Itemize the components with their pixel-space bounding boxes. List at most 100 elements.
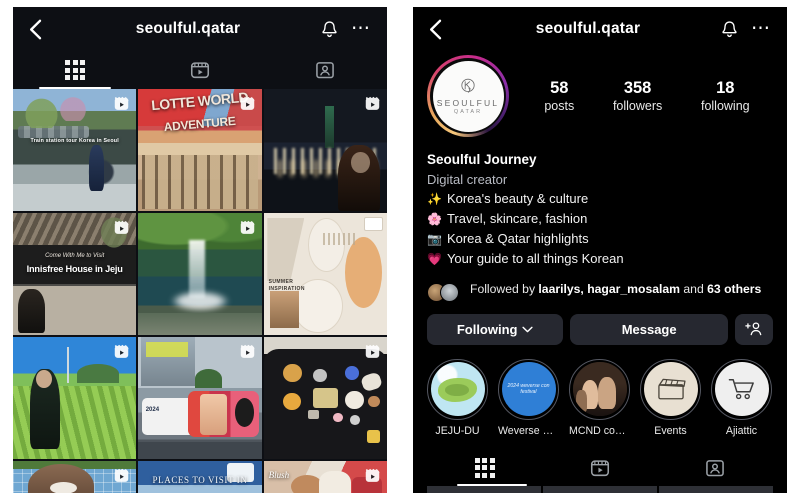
stat-value: 58	[550, 78, 569, 97]
followed-by-suffix: and	[680, 281, 708, 296]
following-button[interactable]: Following	[427, 313, 564, 345]
reel-badge-icon	[240, 96, 255, 110]
message-label: Message	[621, 321, 677, 337]
posts-grid: Train station tour Korea in Seoul LOTTE …	[13, 89, 387, 493]
highlight-ring: 2024 weverse con festival	[498, 358, 559, 420]
highlight-item[interactable]: Events	[640, 358, 701, 437]
highlight-item[interactable]: MCND conc...	[569, 358, 630, 437]
grid-post[interactable]	[659, 485, 773, 493]
reel-badge-icon	[240, 344, 255, 358]
stat-followers[interactable]: 358 followers	[613, 78, 662, 115]
profile-bio: Seoulful Journey Digital creator ✨ Korea…	[427, 150, 773, 270]
sparkles-icon: ✨	[427, 192, 442, 207]
posts-grid-preview	[427, 485, 773, 493]
grid-post[interactable]: Blush	[263, 461, 387, 493]
reel-badge-icon	[365, 468, 380, 482]
grid-post[interactable]	[427, 485, 541, 493]
bio-line-text: Travel, skincare, fashion	[446, 211, 588, 227]
stat-following[interactable]: 18 following	[701, 78, 750, 115]
grid-post[interactable]: LOTTE WORLD ADVENTURE	[138, 89, 262, 211]
camera-icon: 📷	[427, 232, 442, 247]
back-button[interactable]	[29, 19, 55, 40]
right-phone-panel: seoulful.qatar ⋯ SEOULFUL QATAR 58 posts…	[413, 7, 787, 493]
notifications-button[interactable]	[321, 20, 338, 39]
tagged-icon	[315, 62, 334, 79]
grid-post[interactable]: 2024	[138, 337, 262, 459]
highlight-ring	[427, 358, 488, 420]
left-profile-tabs	[13, 51, 387, 89]
highlight-item[interactable]: 2024 weverse con festival Weverse Fe...	[498, 358, 559, 437]
grid-post[interactable]	[13, 337, 137, 459]
grid-icon	[474, 457, 495, 478]
highlight-cover	[430, 362, 485, 417]
shopping-cart-icon	[728, 379, 754, 400]
followed-by-text: Followed by laarilys, hagar_mosalam and …	[470, 281, 761, 298]
profile-avatar[interactable]: SEOULFUL QATAR	[427, 55, 509, 137]
followed-by-section[interactable]: Followed by laarilys, hagar_mosalam and …	[427, 281, 773, 302]
followed-by-count: 63 others	[707, 281, 762, 296]
add-person-button[interactable]	[735, 313, 773, 345]
tab-tagged[interactable]	[658, 450, 773, 486]
highlight-item[interactable]: JEJU-DU	[427, 358, 488, 437]
clapperboard-icon	[657, 378, 686, 400]
profile-body: SEOULFUL QATAR 58 posts 358 followers 18…	[413, 55, 787, 493]
highlight-label: Events	[654, 424, 687, 437]
grid-post[interactable]	[13, 461, 137, 493]
grid-post[interactable]	[138, 213, 262, 335]
reel-badge-icon	[115, 468, 129, 482]
more-options-button[interactable]: ⋯	[351, 19, 371, 38]
grid-post[interactable]	[263, 337, 387, 459]
reel-badge-icon	[365, 96, 380, 110]
story-highlights: JEJU-DU 2024 weverse con festival Wevers…	[427, 358, 773, 437]
right-profile-tabs	[427, 450, 773, 486]
message-button[interactable]: Message	[570, 313, 728, 345]
back-button[interactable]	[429, 19, 455, 40]
profile-header-row: SEOULFUL QATAR 58 posts 358 followers 18…	[427, 55, 773, 137]
highlight-item[interactable]: Ajiattic	[711, 358, 772, 437]
chevron-left-icon	[30, 19, 42, 39]
account-category: Digital creator	[427, 171, 508, 187]
bio-line: 🌸 Travel, skincare, fashion	[427, 209, 773, 229]
chevron-down-icon	[522, 326, 534, 332]
display-name: Seoulful Journey	[427, 152, 537, 167]
highlight-ring	[640, 358, 701, 420]
highlight-ring	[569, 358, 630, 420]
reels-icon	[590, 459, 610, 476]
profile-actions: Following Message	[427, 313, 773, 345]
stat-posts[interactable]: 58 posts	[544, 78, 574, 115]
post-thumbnail	[138, 461, 262, 493]
highlight-cover	[714, 362, 769, 417]
bio-line: ✨ Korea's beauty & culture	[427, 189, 773, 209]
grid-post[interactable]: Train station tour Korea in Seoul	[13, 89, 137, 211]
bio-line-text: Korea's beauty & culture	[446, 191, 589, 207]
tab-grid[interactable]	[13, 51, 138, 89]
bell-icon	[322, 20, 337, 37]
grid-post[interactable]	[263, 89, 387, 211]
grid-post[interactable]: SUMMER INSPIRATION	[263, 213, 387, 335]
reel-badge-icon	[240, 220, 255, 234]
tagged-icon	[706, 459, 725, 476]
highlight-cover-text: 2024 weverse con festival	[507, 382, 550, 396]
bio-line: 💗 Your guide to all things Korean	[427, 249, 773, 269]
tab-tagged[interactable]	[262, 51, 387, 89]
notifications-button[interactable]	[721, 20, 738, 39]
grid-post[interactable]	[543, 485, 657, 493]
profile-stats: 58 posts 358 followers 18 following	[525, 78, 773, 115]
stat-label: posts	[544, 99, 575, 114]
more-options-button[interactable]: ⋯	[751, 19, 771, 38]
avatar-image: SEOULFUL QATAR	[432, 60, 504, 132]
highlight-ring	[711, 358, 772, 420]
grid-post[interactable]: Come With Me to Visit Innisfree House in…	[13, 213, 137, 335]
right-navbar: seoulful.qatar ⋯	[413, 7, 787, 51]
tab-reels[interactable]	[542, 450, 657, 486]
stat-label: followers	[612, 99, 663, 114]
highlight-cover: 2024 weverse con festival	[501, 362, 556, 417]
tab-grid[interactable]	[427, 450, 542, 486]
stat-value: 18	[716, 78, 735, 97]
tab-reels[interactable]	[138, 51, 263, 89]
page-title: seoulful.qatar	[535, 20, 641, 37]
grid-post[interactable]: PLACES TO VISIT IN	[138, 461, 262, 493]
chevron-left-icon	[430, 19, 442, 39]
stat-label: following	[700, 99, 750, 114]
avatar-logo-line1: SEOULFUL	[436, 98, 500, 108]
